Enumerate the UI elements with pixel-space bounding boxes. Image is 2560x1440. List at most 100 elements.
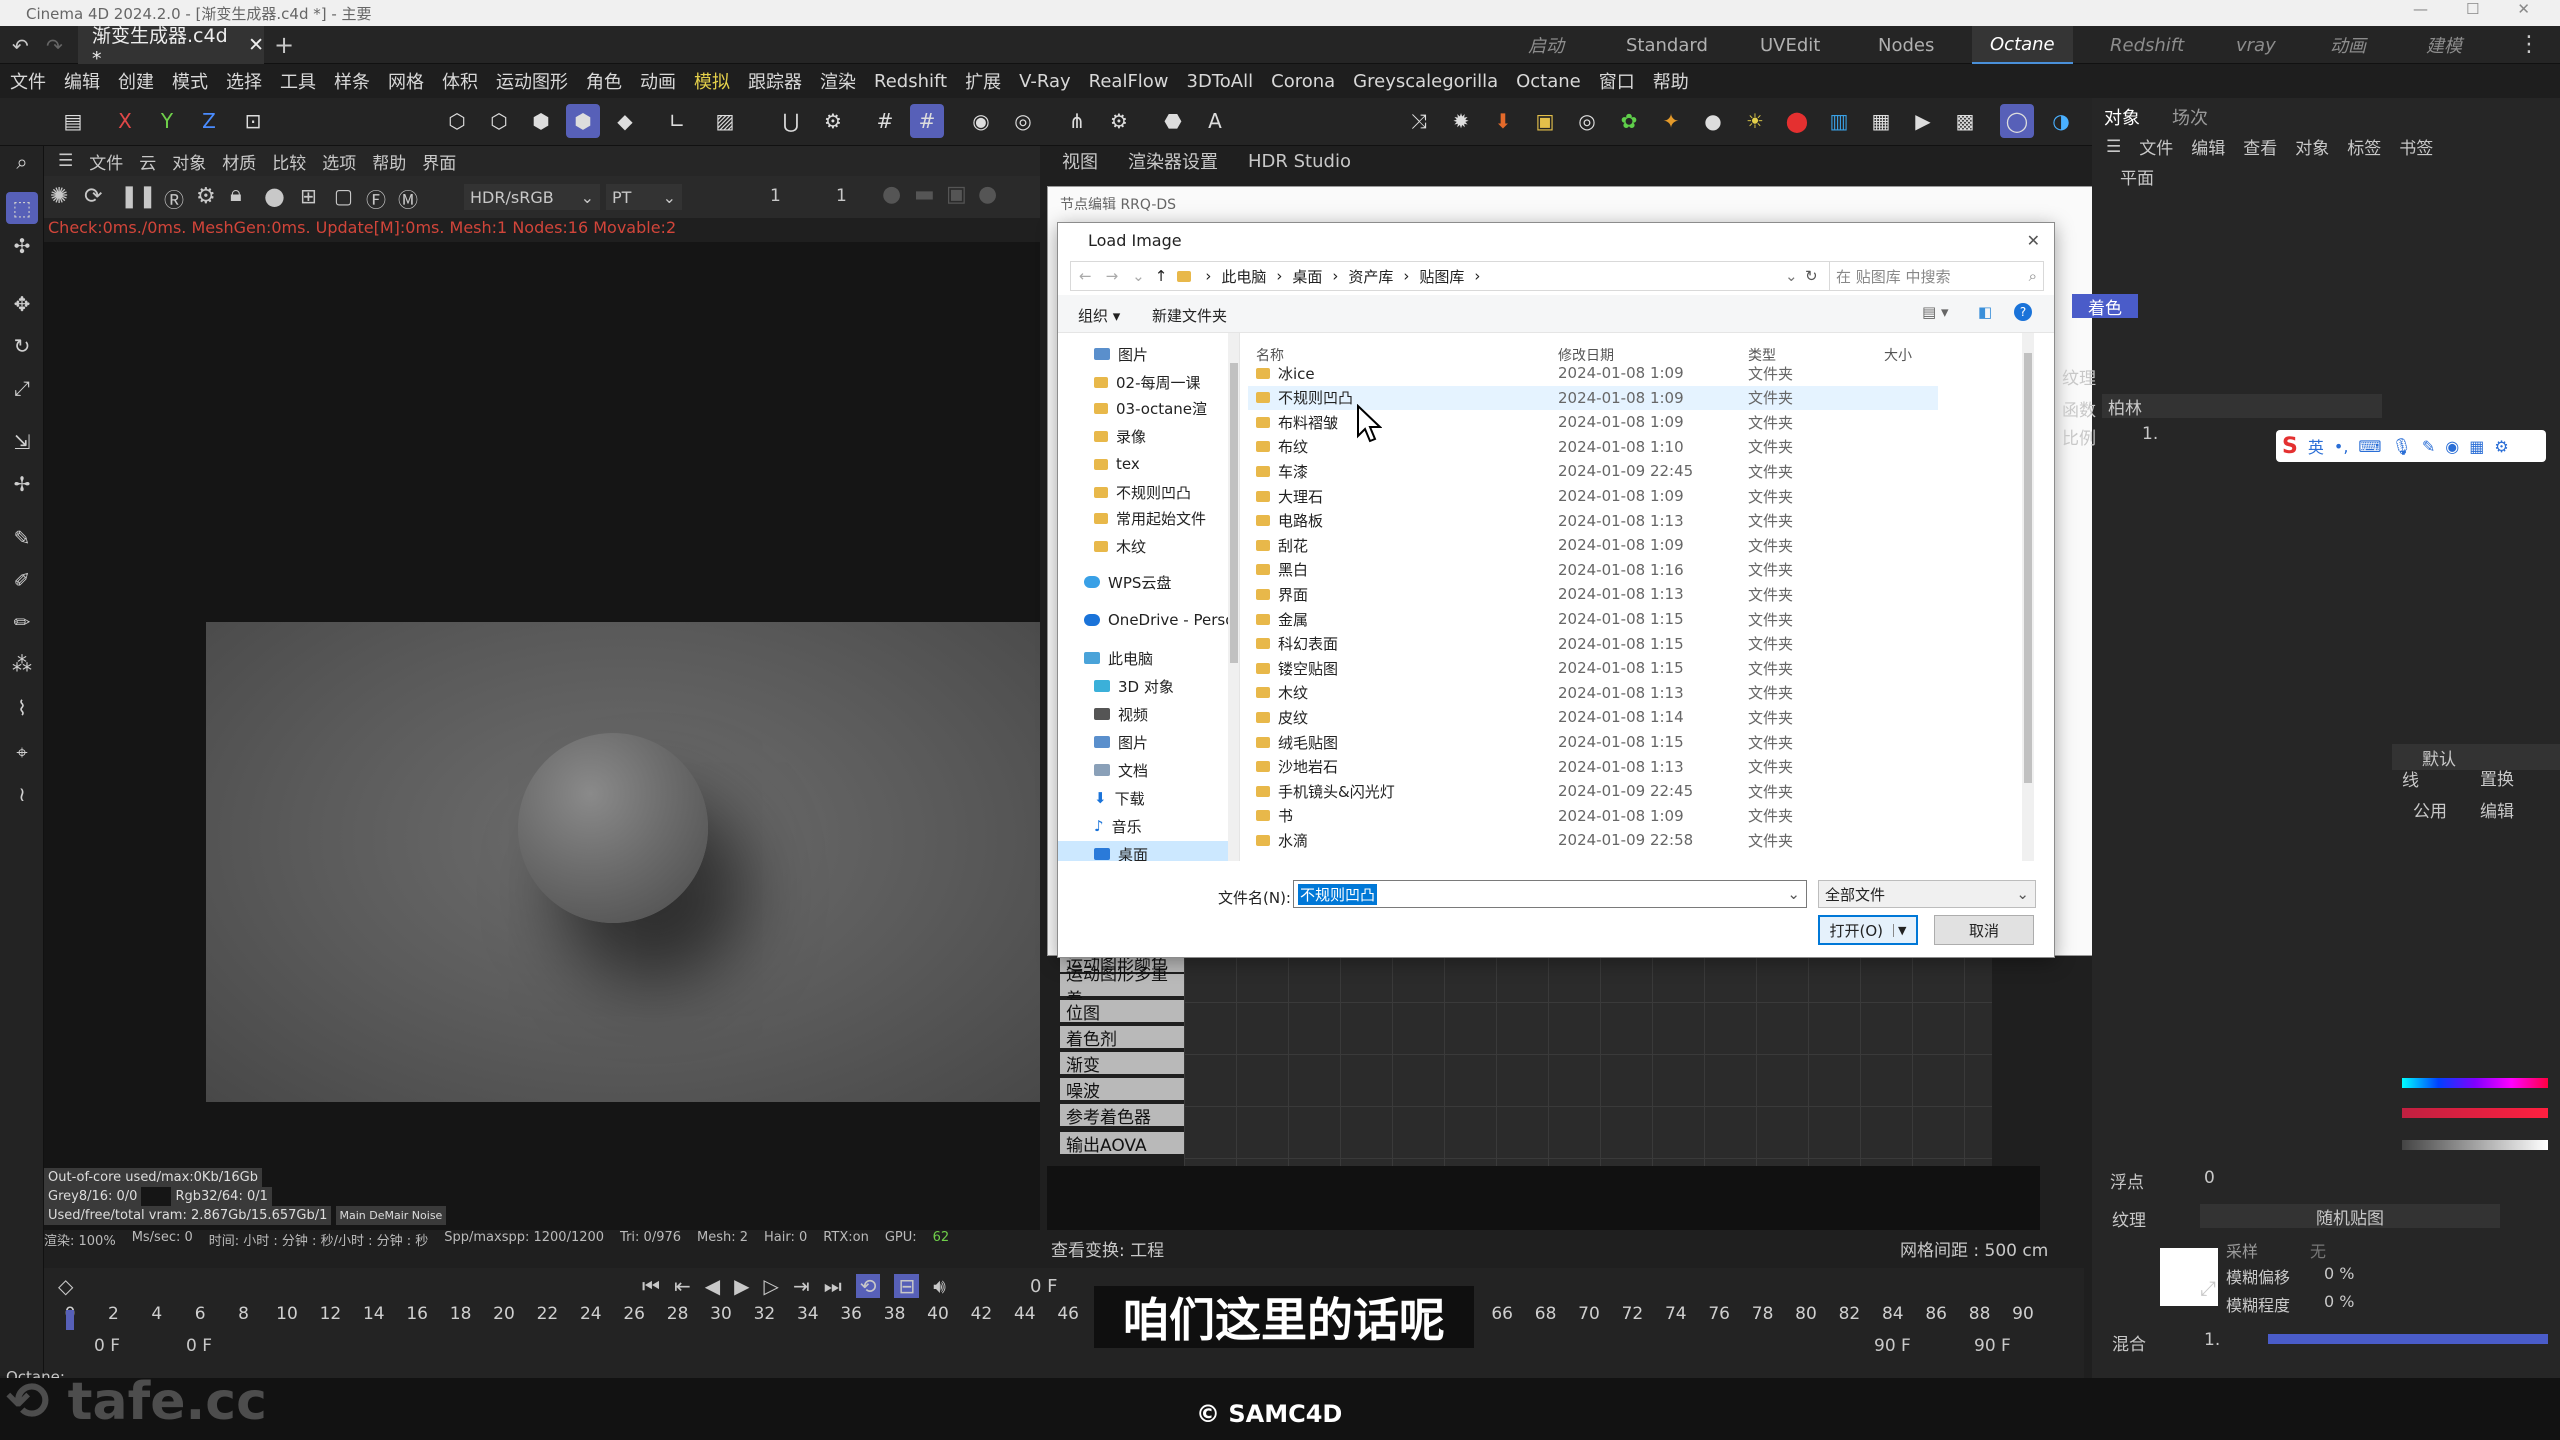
octane-sphere-icon[interactable]: ◯ [2000,104,2034,138]
sample-value[interactable]: 无 [2310,1238,2326,1262]
file-row[interactable]: 界面 2024-01-08 1:13 文件夹 [1248,582,1938,606]
node-list-item[interactable]: 运动图形多重着 [1060,965,1184,1010]
play-icon[interactable]: ▶ [734,1274,749,1298]
tool-settings-icon[interactable]: ⚙ [1102,104,1136,138]
menu-character[interactable]: 角色 [586,68,622,94]
sphere-preview-icon[interactable]: ● [264,182,285,210]
new-folder-button[interactable]: 新建文件夹 [1152,305,1227,326]
y-axis-button[interactable]: Y [150,104,184,138]
tab-takes[interactable]: 场次 [2172,104,2208,130]
menu-create[interactable]: 创建 [118,68,154,94]
live-select-icon[interactable]: ✣ [6,230,38,262]
nav-item[interactable]: ⬇ 下载 [1094,785,1145,811]
scale-tool-icon[interactable]: ⤢ [6,372,38,404]
function-dropdown[interactable]: 柏林 [2102,394,2382,419]
octane-settings-icon[interactable]: ✹ [1444,104,1478,138]
vp-menu-materials[interactable]: 材质 [222,149,256,174]
knife-icon[interactable]: ✐ [6,564,38,596]
preview-end-field[interactable]: 90 F [1874,1336,1911,1356]
maximize-icon[interactable]: ☐ [2466,0,2479,18]
menu-vray[interactable]: V-Ray [1019,71,1071,92]
up-icon[interactable]: ↑ [1155,267,1168,285]
node-list-item[interactable]: 输出AOVA [1060,1132,1184,1156]
menu-volume[interactable]: 体积 [442,68,478,94]
add-tab-icon[interactable]: + [274,31,294,59]
magnet-icon[interactable]: ⋃ [774,104,808,138]
octane-material-icon[interactable]: ▣ [1528,104,1562,138]
menu-tracker[interactable]: 跟踪器 [748,68,802,94]
shuffle-icon[interactable]: ⤨ [1402,104,1436,138]
axis-mode-icon[interactable]: ∟ [660,104,694,138]
public-button[interactable]: 公用 [2402,796,2458,822]
file-row[interactable]: 冰ice 2024-01-08 1:09 文件夹 [1248,361,1938,385]
octane-export-icon[interactable]: ⬇ [1486,104,1520,138]
ime-punct-icon[interactable]: •, [2334,437,2349,456]
file-row[interactable]: 布料褶皱 2024-01-08 1:09 文件夹 [1248,410,1938,434]
node-list-item[interactable]: 位图 [1060,1000,1184,1024]
paint-icon[interactable]: ⌇ [6,692,38,724]
file-row[interactable]: 书 2024-01-08 1:09 文件夹 [1248,804,1938,828]
object-plane[interactable]: 平面 [2120,164,2154,189]
ime-game-icon[interactable]: ◉ [2445,437,2459,456]
om-menu-file[interactable]: 文件 [2139,134,2173,159]
dot-icon[interactable]: ● [882,182,901,207]
saturation-gradient-bar[interactable] [2402,1108,2548,1118]
edges-mode-icon[interactable]: ⬡ [482,104,516,138]
cancel-button[interactable]: 取消 [1934,915,2034,945]
layout-tab-vray[interactable]: vray [2236,26,2276,64]
pause-icon[interactable]: ❚❚ [120,184,157,209]
nav-item[interactable]: 图片 [1094,341,1148,367]
move-tool-icon[interactable]: ✥ [6,288,38,320]
vp-menu-objects[interactable]: 对象 [172,149,206,174]
node-list-item[interactable]: 噪波 [1060,1078,1184,1102]
nav-item[interactable]: 图片 [1094,729,1148,755]
texture-mode-icon[interactable]: ▨ [708,104,742,138]
grid-icon[interactable]: # [868,104,902,138]
target-icon[interactable]: ◎ [1006,104,1040,138]
file-row[interactable]: 大理石 2024-01-08 1:09 文件夹 [1248,484,1938,508]
menu-help[interactable]: 帮助 [1653,68,1689,94]
layout-tab-octane[interactable]: Octane [1972,26,2073,64]
octane-camera-icon[interactable]: ◎ [1570,104,1604,138]
menu-3dtoall[interactable]: 3DToAll [1187,71,1254,92]
bend-icon[interactable]: ✢ [6,468,38,500]
nav-item[interactable]: OneDrive - Perso [1084,607,1234,633]
current-frame-field[interactable]: 0 F [1030,1276,1058,1297]
menu-file[interactable]: 文件 [10,68,46,94]
ime-mic-icon[interactable]: 🎙︎ [2392,437,2412,456]
edit-button[interactable]: 编辑 [2462,796,2532,822]
file-row[interactable]: 沙地岩石 2024-01-08 1:13 文件夹 [1248,755,1938,779]
render-view-icon[interactable]: ⬣ [1156,104,1190,138]
nav-item[interactable]: 常用起始文件 [1094,505,1206,531]
prev-key-icon[interactable]: ⇤ [674,1274,691,1298]
menu-extensions[interactable]: 扩展 [965,68,1001,94]
breadcrumb-item[interactable]: 贴图库 [1419,266,1464,287]
ime-lang-icon[interactable]: 英 [2308,434,2324,458]
octane-logo-icon[interactable]: ✺ [50,184,68,209]
x-axis-button[interactable]: X [108,104,142,138]
gear-icon[interactable]: ⚙ [196,184,216,209]
file-row[interactable]: 水滴 2024-01-09 22:58 文件夹 [1248,828,1938,852]
nav-item[interactable]: 此电脑 [1084,645,1153,671]
menu-edit[interactable]: 编辑 [64,68,100,94]
workplane-icon[interactable]: ◉ [964,104,998,138]
refresh-icon[interactable]: ⟳ [84,184,102,209]
nav-item[interactable]: 不规则凹凸 [1094,479,1191,505]
nav-scrollbar-thumb[interactable] [1230,363,1238,663]
hair-icon[interactable]: ≀ [6,778,38,810]
minimize-icon[interactable]: — [2413,0,2428,18]
octane-sun-icon[interactable]: ☀ [1738,104,1772,138]
transform-icon[interactable]: ⇲ [6,426,38,458]
random-map-button[interactable]: 随机贴图 [2200,1204,2500,1229]
node-list-item[interactable]: 着色剂 [1060,1026,1184,1050]
color-button[interactable]: 着色 [2072,294,2138,319]
octane-trash-icon[interactable]: ▥ [1822,104,1856,138]
octane-batch-icon[interactable]: ▩ [1948,104,1982,138]
go-end-icon[interactable]: ⏭ [824,1274,842,1298]
start-frame-field[interactable]: 0 F [94,1336,120,1356]
go-start-icon[interactable]: ⏮ [642,1274,660,1298]
blur-offset-value[interactable]: 0 % [2324,1264,2354,1283]
menu-mode[interactable]: 模式 [172,68,208,94]
file-row[interactable]: 电路板 2024-01-08 1:13 文件夹 [1248,509,1938,533]
file-row[interactable]: 科幻表面 2024-01-08 1:15 文件夹 [1248,632,1938,656]
